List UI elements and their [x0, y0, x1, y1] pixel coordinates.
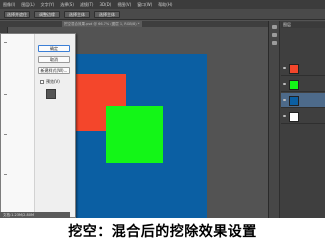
new-style-button[interactable]: 新建样式(W)...: [38, 67, 70, 74]
menu-item-image[interactable]: 图像(I): [3, 0, 15, 9]
option-button-1[interactable]: 选择并遮住: [4, 11, 30, 18]
menu-item-window[interactable]: 窗口(W): [137, 0, 152, 9]
menu-item-help[interactable]: 帮助(H): [158, 0, 172, 9]
caption-text: 挖空：混合后的挖除效果设置: [68, 223, 257, 240]
visibility-eye-icon[interactable]: [283, 115, 286, 117]
layers-panel-header[interactable]: 图层: [281, 22, 325, 28]
layer-thumbnail: [289, 64, 299, 74]
menu-item-filter[interactable]: 滤镜(T): [80, 0, 94, 9]
caption-bar: 挖空：混合后的挖除效果设置: [0, 218, 325, 243]
adjustments-panel-icon[interactable]: [272, 41, 277, 45]
layer-thumbnail: [289, 112, 299, 122]
document-tab-bar: 挖空混合效果.psd @ 66.7% (图层 1, RGB/8) *: [0, 21, 268, 27]
options-bar: 选择并遮住 调整边缘 选择主体 选择主体: [0, 9, 325, 20]
dialog-list-mark: [4, 94, 7, 95]
menu-item-type[interactable]: 文字(Y): [41, 0, 55, 9]
visibility-eye-icon[interactable]: [283, 83, 286, 85]
menu-bar: 图像(I) 图层(L) 文字(Y) 选择(S) 滤镜(T) 3D(D) 视图(V…: [0, 0, 325, 9]
layer-row[interactable]: [281, 77, 325, 92]
cancel-button[interactable]: 取消: [38, 56, 70, 63]
layer-style-dialog: 确定 取消 新建样式(W)... 预览(V): [0, 33, 76, 218]
green-square-layer[interactable]: [106, 106, 163, 163]
layer-row-selected[interactable]: [281, 93, 325, 108]
document-canvas[interactable]: [62, 54, 207, 218]
ok-button[interactable]: 确定: [38, 45, 70, 52]
option-button-4[interactable]: 选择主体: [94, 11, 120, 18]
menu-item-3d[interactable]: 3D(D): [100, 0, 112, 9]
photoshop-window: 图像(I) 图层(L) 文字(Y) 选择(S) 滤镜(T) 3D(D) 视图(V…: [0, 0, 325, 218]
menu-item-layer[interactable]: 图层(L): [21, 0, 34, 9]
layer-row[interactable]: [281, 61, 325, 76]
history-panel-icon[interactable]: [272, 25, 277, 29]
properties-panel-icon[interactable]: [272, 33, 277, 37]
option-button-2[interactable]: 调整边缘: [34, 11, 60, 18]
dialog-list-mark: [4, 134, 7, 135]
menu-item-view[interactable]: 视图(V): [117, 0, 131, 9]
preview-checkbox[interactable]: 预览(V): [40, 79, 60, 85]
preview-label: 预览(V): [46, 79, 60, 84]
dialog-style-list[interactable]: [1, 34, 35, 217]
visibility-eye-icon[interactable]: [283, 67, 286, 69]
option-button-3[interactable]: 选择主体: [64, 11, 90, 18]
layer-thumbnail: [289, 96, 299, 106]
layer-row[interactable]: [281, 109, 325, 124]
panel-icon-strip: [269, 21, 280, 218]
document-tab[interactable]: 挖空混合效果.psd @ 66.7% (图层 1, RGB/8) *: [62, 21, 142, 27]
checkbox-icon[interactable]: [40, 80, 44, 84]
layer-thumbnail: [289, 80, 299, 90]
visibility-eye-icon[interactable]: [283, 99, 286, 101]
menu-item-select[interactable]: 选择(S): [60, 0, 74, 9]
style-preview-swatch: [46, 89, 56, 99]
right-panel-dock: 图层: [268, 21, 325, 218]
dialog-list-mark: [4, 42, 7, 43]
dialog-list-mark: [4, 174, 7, 175]
